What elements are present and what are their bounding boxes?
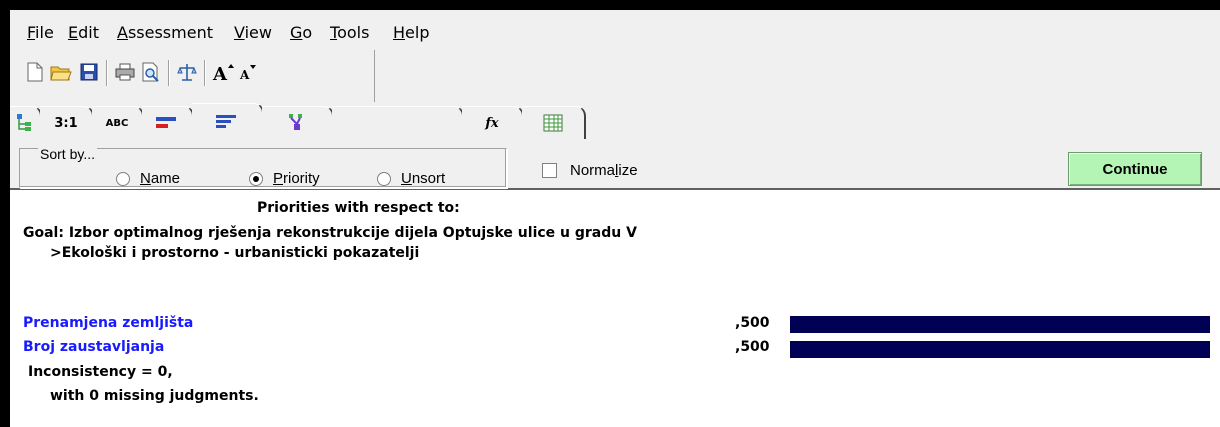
toolbar: A A	[10, 50, 375, 103]
toolbar-separator	[106, 60, 108, 86]
menu-bar: File Edit Assessment View Go Tools Help	[10, 10, 1220, 50]
priorities-heading: Priorities with respect to:	[257, 200, 460, 216]
app-window: File Edit Assessment View Go Tools Help	[10, 10, 1220, 427]
menu-view[interactable]: View	[234, 23, 272, 43]
menu-go[interactable]: Go	[290, 23, 312, 43]
sort-name-option[interactable]: Name	[116, 170, 180, 187]
sort-by-legend: Sort by...	[38, 146, 97, 162]
formula-icon: fx	[485, 115, 499, 131]
sort-by-group: Sort by... Name Priority Unsort	[19, 146, 507, 188]
save-icon[interactable]	[78, 60, 100, 84]
criterion-text: >Ekološki i prostorno - urbanisticki pok…	[50, 245, 420, 261]
sort-name-radio[interactable]	[116, 171, 130, 186]
menu-assessment[interactable]: Assessment	[117, 23, 213, 43]
menu-tools[interactable]: Tools	[330, 23, 369, 43]
missing-judgments-text: with 0 missing judgments.	[50, 388, 259, 404]
tree-icon	[17, 114, 31, 131]
svg-text:A: A	[212, 64, 228, 82]
tab-tree[interactable]	[10, 106, 42, 139]
tab-grid[interactable]	[522, 106, 586, 139]
font-larger-icon[interactable]: A	[212, 60, 234, 84]
normalize-checkbox[interactable]	[542, 163, 557, 178]
new-file-icon[interactable]	[24, 60, 46, 84]
tab-pairwise-numeric[interactable]: 3:1	[40, 106, 94, 139]
print-preview-icon[interactable]	[140, 60, 162, 84]
alternative-name[interactable]: Broj zaustavljanja	[23, 338, 164, 356]
bar-chart-red-icon	[156, 117, 176, 128]
normalize-option[interactable]: Normalize	[542, 162, 638, 179]
tab-synthesis[interactable]	[262, 106, 334, 139]
svg-text:A: A	[239, 68, 250, 82]
tab-formula[interactable]: fx	[462, 106, 524, 139]
tab-formula-spacer[interactable]	[332, 106, 464, 139]
priorities-panel: Priorities with respect to: Goal: Izbor …	[10, 190, 1220, 427]
priority-bar	[790, 316, 1210, 333]
sort-unsort-radio[interactable]	[377, 171, 391, 186]
sort-unsort-option[interactable]: Unsort	[377, 170, 445, 187]
priority-bar	[790, 341, 1210, 358]
sort-priority-radio[interactable]	[249, 171, 263, 186]
grid-icon	[543, 114, 563, 132]
continue-button[interactable]: Continue	[1068, 152, 1202, 186]
tab-priorities[interactable]	[192, 103, 264, 139]
goal-text: Goal: Izbor optimalnog rješenja rekonstr…	[23, 225, 637, 241]
menu-file[interactable]: File	[27, 23, 54, 43]
toolbar-separator	[204, 60, 206, 86]
print-icon[interactable]	[114, 60, 136, 84]
alternative-name[interactable]: Prenamjena zemljišta	[23, 314, 193, 332]
view-tabs: 3:1 ABC fx	[10, 102, 1220, 140]
toolbar-separator	[168, 60, 170, 86]
hierarchy-icon	[289, 114, 302, 130]
tab-graphical[interactable]	[142, 106, 194, 139]
inconsistency-text: Inconsistency = 0,	[28, 364, 173, 380]
tab-verbal[interactable]: ABC	[92, 106, 144, 139]
bar-chart-blue-icon	[216, 114, 236, 128]
alternative-value: ,500	[735, 339, 770, 355]
font-smaller-icon[interactable]: A	[238, 60, 260, 84]
alternative-value: ,500	[735, 315, 770, 331]
sort-bar: Sort by... Name Priority Unsort Normaliz…	[10, 140, 1220, 190]
menu-edit[interactable]: Edit	[68, 23, 99, 43]
sort-priority-option[interactable]: Priority	[249, 170, 320, 187]
open-folder-icon[interactable]	[50, 60, 72, 84]
balance-icon[interactable]	[176, 60, 198, 84]
toolbar-background	[375, 50, 1220, 102]
menu-help[interactable]: Help	[393, 23, 429, 43]
